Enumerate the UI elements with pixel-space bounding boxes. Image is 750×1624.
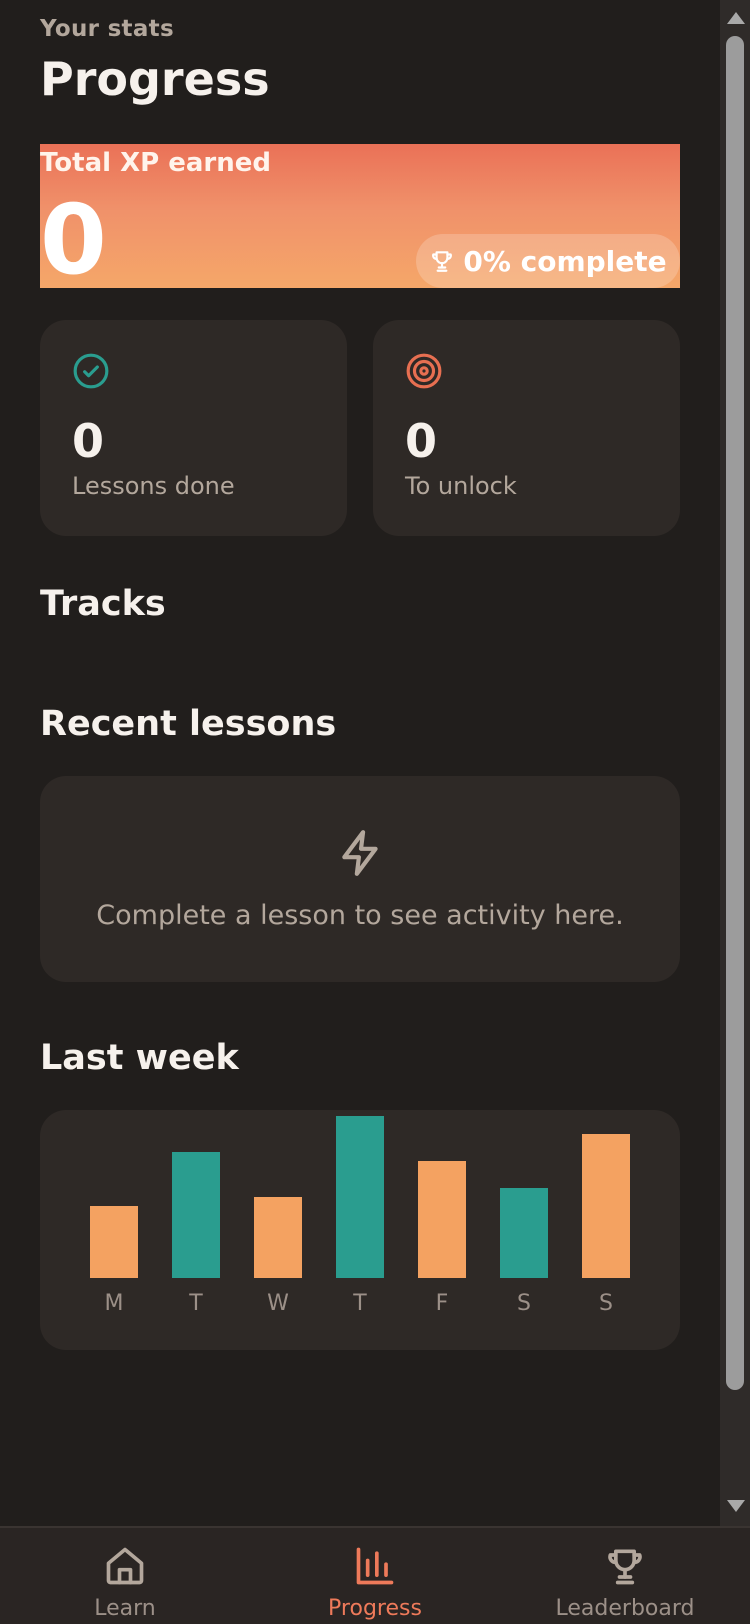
tab-learn[interactable]: Learn [0, 1528, 250, 1624]
to-unlock-label: To unlock [405, 472, 517, 500]
bottom-tab-bar: Learn Progress Leaderboard [0, 1526, 750, 1624]
lessons-done-value: 0 [72, 414, 105, 468]
lessons-done-card: 0 Lessons done [40, 320, 347, 536]
page-title: Progress [40, 52, 270, 106]
last-week-heading: Last week [40, 1038, 239, 1078]
trophy-icon [432, 251, 453, 272]
tab-progress-label: Progress [328, 1596, 422, 1621]
recent-lessons-heading: Recent lessons [40, 704, 337, 744]
scroll-down-arrow-icon[interactable] [727, 1500, 745, 1512]
day-label-2: W [267, 1291, 289, 1316]
to-unlock-card: 0 To unlock [373, 320, 680, 536]
home-icon [106, 1547, 144, 1585]
xp-value: 0 [40, 184, 107, 288]
day-label-1: T [188, 1291, 203, 1316]
scroll-up-arrow-icon[interactable] [727, 12, 745, 24]
bar-6 [582, 1134, 630, 1278]
day-label-5: S [517, 1291, 531, 1316]
total-xp-card: Total XP earned 0 0% complete [40, 144, 680, 288]
to-unlock-value: 0 [405, 414, 438, 468]
weekly-chart-svg: MTWTFSS [90, 1116, 630, 1316]
scrollbar-thumb[interactable] [726, 36, 744, 1390]
weekly-activity-chart: MTWTFSS [40, 1110, 680, 1350]
recent-lessons-empty-state: Complete a lesson to see activity here. [40, 776, 680, 982]
trophy-icon [608, 1549, 642, 1585]
bar-3 [336, 1116, 384, 1278]
lessons-done-label: Lessons done [72, 472, 235, 500]
tab-progress[interactable]: Progress [250, 1528, 500, 1624]
tracks-heading: Tracks [40, 584, 166, 624]
page-eyebrow: Your stats [40, 16, 174, 42]
day-label-4: F [436, 1291, 449, 1316]
day-label-3: T [352, 1291, 367, 1316]
scrollbar[interactable] [720, 0, 750, 1526]
empty-state-message: Complete a lesson to see activity here. [96, 900, 624, 931]
xp-label: Total XP earned [40, 148, 271, 178]
progress-screen: Your stats Progress Total XP earned 0 0%… [0, 0, 750, 1624]
bar-5 [500, 1188, 548, 1278]
completion-badge: 0% complete [416, 234, 680, 288]
check-circle-icon [73, 353, 109, 389]
completion-label: 0% complete [463, 244, 667, 278]
target-icon [406, 353, 442, 389]
bar-0 [90, 1206, 138, 1278]
bar-chart-icon [356, 1547, 394, 1585]
tab-leaderboard-label: Leaderboard [555, 1596, 695, 1621]
day-label-0: M [105, 1291, 124, 1316]
bar-4 [418, 1161, 466, 1278]
tab-leaderboard[interactable]: Leaderboard [500, 1528, 750, 1624]
bar-2 [254, 1197, 302, 1278]
tab-learn-label: Learn [94, 1596, 156, 1621]
day-label-6: S [599, 1291, 613, 1316]
lightning-icon [342, 830, 378, 876]
bar-1 [172, 1152, 220, 1278]
